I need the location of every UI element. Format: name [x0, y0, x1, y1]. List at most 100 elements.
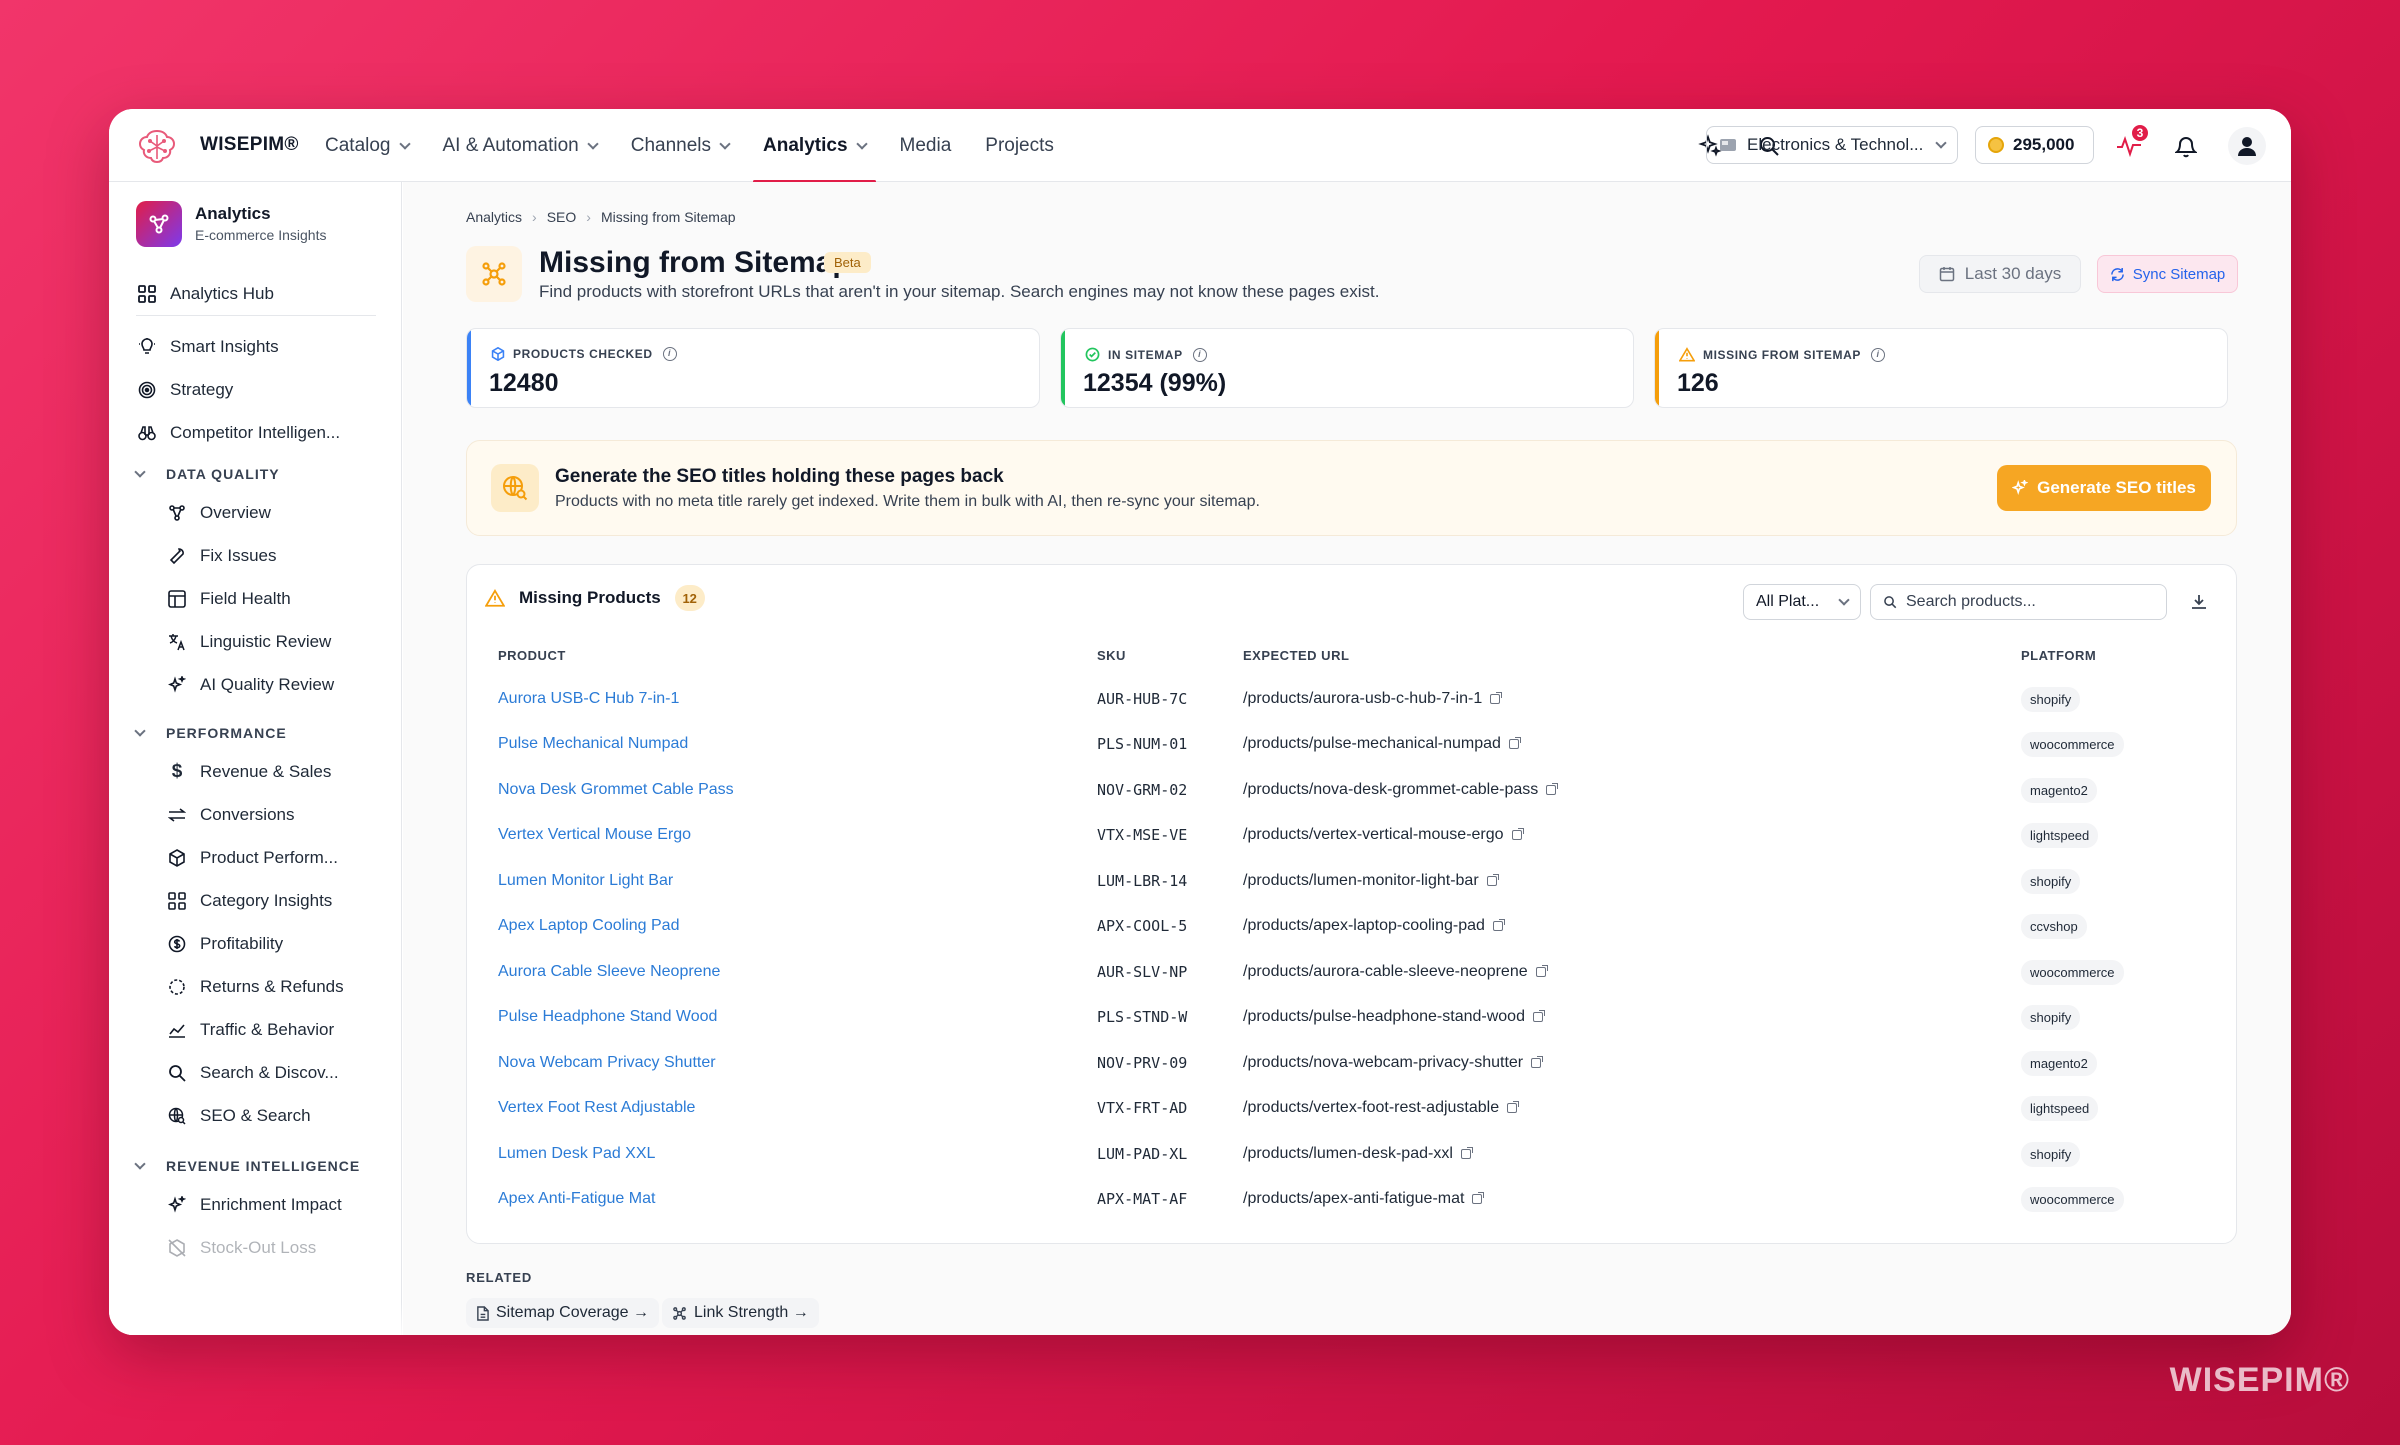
credits-balance[interactable]: 295,000 — [1975, 126, 2094, 164]
section-title: REVENUE INTELLIGENCE — [166, 1158, 361, 1174]
info-icon[interactable]: i — [662, 347, 677, 361]
expected-url-link[interactable]: /products/lumen-desk-pad-xxl — [1243, 1145, 1473, 1163]
expected-url-link[interactable]: /products/lumen-monitor-light-bar — [1243, 872, 1499, 890]
expected-url-link[interactable]: /products/pulse-headphone-stand-wood — [1243, 1008, 1545, 1026]
sidebar-item-smart-insights[interactable]: Smart Insights — [136, 336, 279, 358]
sidebar-item-competitor-intelligence[interactable]: Competitor Intelligen... — [136, 422, 340, 444]
sidebar-item-field-health[interactable]: Field Health — [166, 588, 291, 610]
sync-sitemap-button[interactable]: Sync Sitemap — [2097, 255, 2238, 293]
product-link[interactable]: Nova Desk Grommet Cable Pass — [498, 781, 734, 799]
refresh-icon — [2110, 267, 2124, 281]
store-selector[interactable]: Electronics & Technol... — [1706, 126, 1958, 164]
nav-projects[interactable]: Projects — [975, 109, 1064, 182]
sidebar-item-category-insights[interactable]: Category Insights — [166, 890, 332, 912]
breadcrumb: Analytics › SEO › Missing from Sitemap — [466, 209, 736, 225]
related-link-link-strength[interactable]: Link Strength → — [662, 1298, 819, 1328]
product-link[interactable]: Aurora USB-C Hub 7-in-1 — [498, 690, 679, 708]
product-link[interactable]: Vertex Vertical Mouse Ergo — [498, 826, 691, 844]
nav-channels[interactable]: Channels — [621, 109, 739, 182]
info-icon[interactable]: i — [1192, 347, 1207, 362]
brand-logo-icon[interactable] — [137, 127, 177, 165]
column-header-sku[interactable]: SKU — [1097, 648, 1126, 663]
card-title: Missing Products — [519, 588, 661, 607]
info-icon[interactable]: i — [1871, 347, 1886, 362]
expected-url-link[interactable]: /products/apex-anti-fatigue-mat — [1243, 1190, 1485, 1208]
sidebar-item-strategy[interactable]: Strategy — [136, 379, 233, 401]
related-link-sitemap-coverage[interactable]: Sitemap Coverage → — [466, 1298, 659, 1328]
network-icon — [166, 502, 188, 524]
product-link[interactable]: Apex Anti-Fatigue Mat — [498, 1190, 655, 1208]
product-link[interactable]: Apex Laptop Cooling Pad — [498, 917, 679, 935]
product-link[interactable]: Lumen Desk Pad XXL — [498, 1145, 655, 1163]
nav-media[interactable]: Media — [890, 109, 962, 182]
bell-icon[interactable] — [2171, 131, 2201, 161]
url-text: /products/apex-anti-fatigue-mat — [1243, 1190, 1465, 1207]
sidebar-item-analytics-hub[interactable]: Analytics Hub — [136, 283, 274, 305]
brand-name[interactable]: WISEPIM® — [200, 134, 299, 156]
nav-label: AI & Automation — [442, 134, 579, 156]
sidebar-item-ai-quality-review[interactable]: AI Quality Review — [166, 674, 334, 696]
sidebar-section-revenue-intelligence[interactable]: REVENUE INTELLIGENCE — [134, 1158, 361, 1174]
product-link[interactable]: Nova Webcam Privacy Shutter — [498, 1054, 716, 1072]
sidebar-item-enrichment-impact[interactable]: Enrichment Impact — [166, 1194, 342, 1216]
breadcrumb-item[interactable]: SEO — [547, 209, 577, 225]
product-link[interactable]: Lumen Monitor Light Bar — [498, 872, 673, 890]
sidebar-item-stock-out-loss[interactable]: Stock-Out Loss — [166, 1237, 316, 1259]
download-icon[interactable] — [2187, 590, 2211, 614]
stat-label: PRODUCTS CHECKED — [513, 347, 653, 361]
line-chart-icon — [166, 1019, 188, 1041]
expected-url-link[interactable]: /products/pulse-mechanical-numpad — [1243, 735, 1521, 753]
box-icon — [491, 347, 505, 361]
expected-url-link[interactable]: /products/vertex-vertical-mouse-ergo — [1243, 826, 1524, 844]
sidebar-section-data-quality[interactable]: DATA QUALITY — [134, 466, 280, 482]
expected-url-link[interactable]: /products/apex-laptop-cooling-pad — [1243, 917, 1505, 935]
expected-url-link[interactable]: /products/nova-webcam-privacy-shutter — [1243, 1054, 1544, 1072]
platform-filter-select[interactable]: All Plat... — [1743, 584, 1861, 620]
sidebar-section-performance[interactable]: PERFORMANCE — [134, 725, 287, 741]
table-row: Pulse Headphone Stand Wood PLS-STND-W/pro… — [467, 996, 2236, 1041]
wrench-icon — [166, 545, 188, 567]
sidebar-item-search-discovery[interactable]: Search & Discov... — [166, 1062, 339, 1084]
product-link[interactable]: Aurora Cable Sleeve Neoprene — [498, 963, 720, 981]
product-link[interactable]: Pulse Mechanical Numpad — [498, 735, 688, 753]
app-window: WISEPIM® Catalog AI & Automation Channel… — [109, 109, 2291, 1335]
date-range-button[interactable]: Last 30 days — [1919, 255, 2081, 293]
table-row: Aurora Cable Sleeve Neoprene AUR-SLV-NP/p… — [467, 951, 2236, 996]
user-avatar[interactable] — [2228, 127, 2266, 165]
nav-catalog[interactable]: Catalog — [315, 109, 419, 182]
sidebar-item-returns-refunds[interactable]: Returns & Refunds — [166, 976, 344, 998]
product-link[interactable]: Vertex Foot Rest Adjustable — [498, 1099, 695, 1117]
nav-label: Channels — [630, 134, 712, 156]
breadcrumb-item[interactable]: Analytics — [466, 209, 522, 225]
sidebar-item-label: SEO & Search — [200, 1106, 311, 1125]
nav-analytics[interactable]: Analytics — [753, 109, 877, 183]
nav-ai-automation[interactable]: AI & Automation — [433, 109, 607, 182]
sidebar-item-traffic-behavior[interactable]: Traffic & Behavior — [166, 1019, 334, 1041]
sku-cell: LUM-LBR-14 — [1097, 872, 1188, 890]
sidebar-item-conversions[interactable]: Conversions — [166, 804, 295, 826]
expected-url-link[interactable]: /products/aurora-cable-sleeve-neoprene — [1243, 963, 1548, 981]
external-link-icon — [1532, 1010, 1545, 1022]
stat-accent-bar — [467, 329, 471, 407]
search-products-input[interactable]: Search products... — [1870, 584, 2167, 620]
column-header-expected-url[interactable]: EXPECTED URL — [1243, 648, 1349, 663]
expected-url-link[interactable]: /products/aurora-usb-c-hub-7-in-1 — [1243, 690, 1503, 708]
card-header: Missing Products 12 — [485, 585, 705, 611]
sidebar-item-product-performance[interactable]: Product Perform... — [166, 847, 338, 869]
sidebar-item-profitability[interactable]: Profitability — [166, 933, 283, 955]
stat-label: MISSING FROM SITEMAP — [1703, 347, 1862, 362]
sidebar-item-linguistic-review[interactable]: Linguistic Review — [166, 631, 331, 653]
column-header-product[interactable]: PRODUCT — [498, 648, 566, 663]
sidebar-item-revenue-sales[interactable]: $ Revenue & Sales — [166, 761, 332, 783]
product-link[interactable]: Pulse Headphone Stand Wood — [498, 1008, 717, 1026]
sidebar-item-seo-search[interactable]: SEO & Search — [166, 1105, 311, 1127]
url-text: /products/nova-desk-grommet-cable-pass — [1243, 781, 1539, 798]
column-header-platform[interactable]: PLATFORM — [2021, 648, 2096, 663]
sidebar-item-overview[interactable]: Overview — [166, 502, 271, 524]
generate-seo-titles-button[interactable]: Generate SEO titles — [1997, 465, 2211, 511]
translate-icon — [166, 631, 188, 653]
expected-url-link[interactable]: /products/vertex-foot-rest-adjustable — [1243, 1099, 1520, 1117]
sidebar-item-fix-issues[interactable]: Fix Issues — [166, 545, 277, 567]
sparkles-icon — [166, 1194, 188, 1216]
expected-url-link[interactable]: /products/nova-desk-grommet-cable-pass — [1243, 781, 1559, 799]
